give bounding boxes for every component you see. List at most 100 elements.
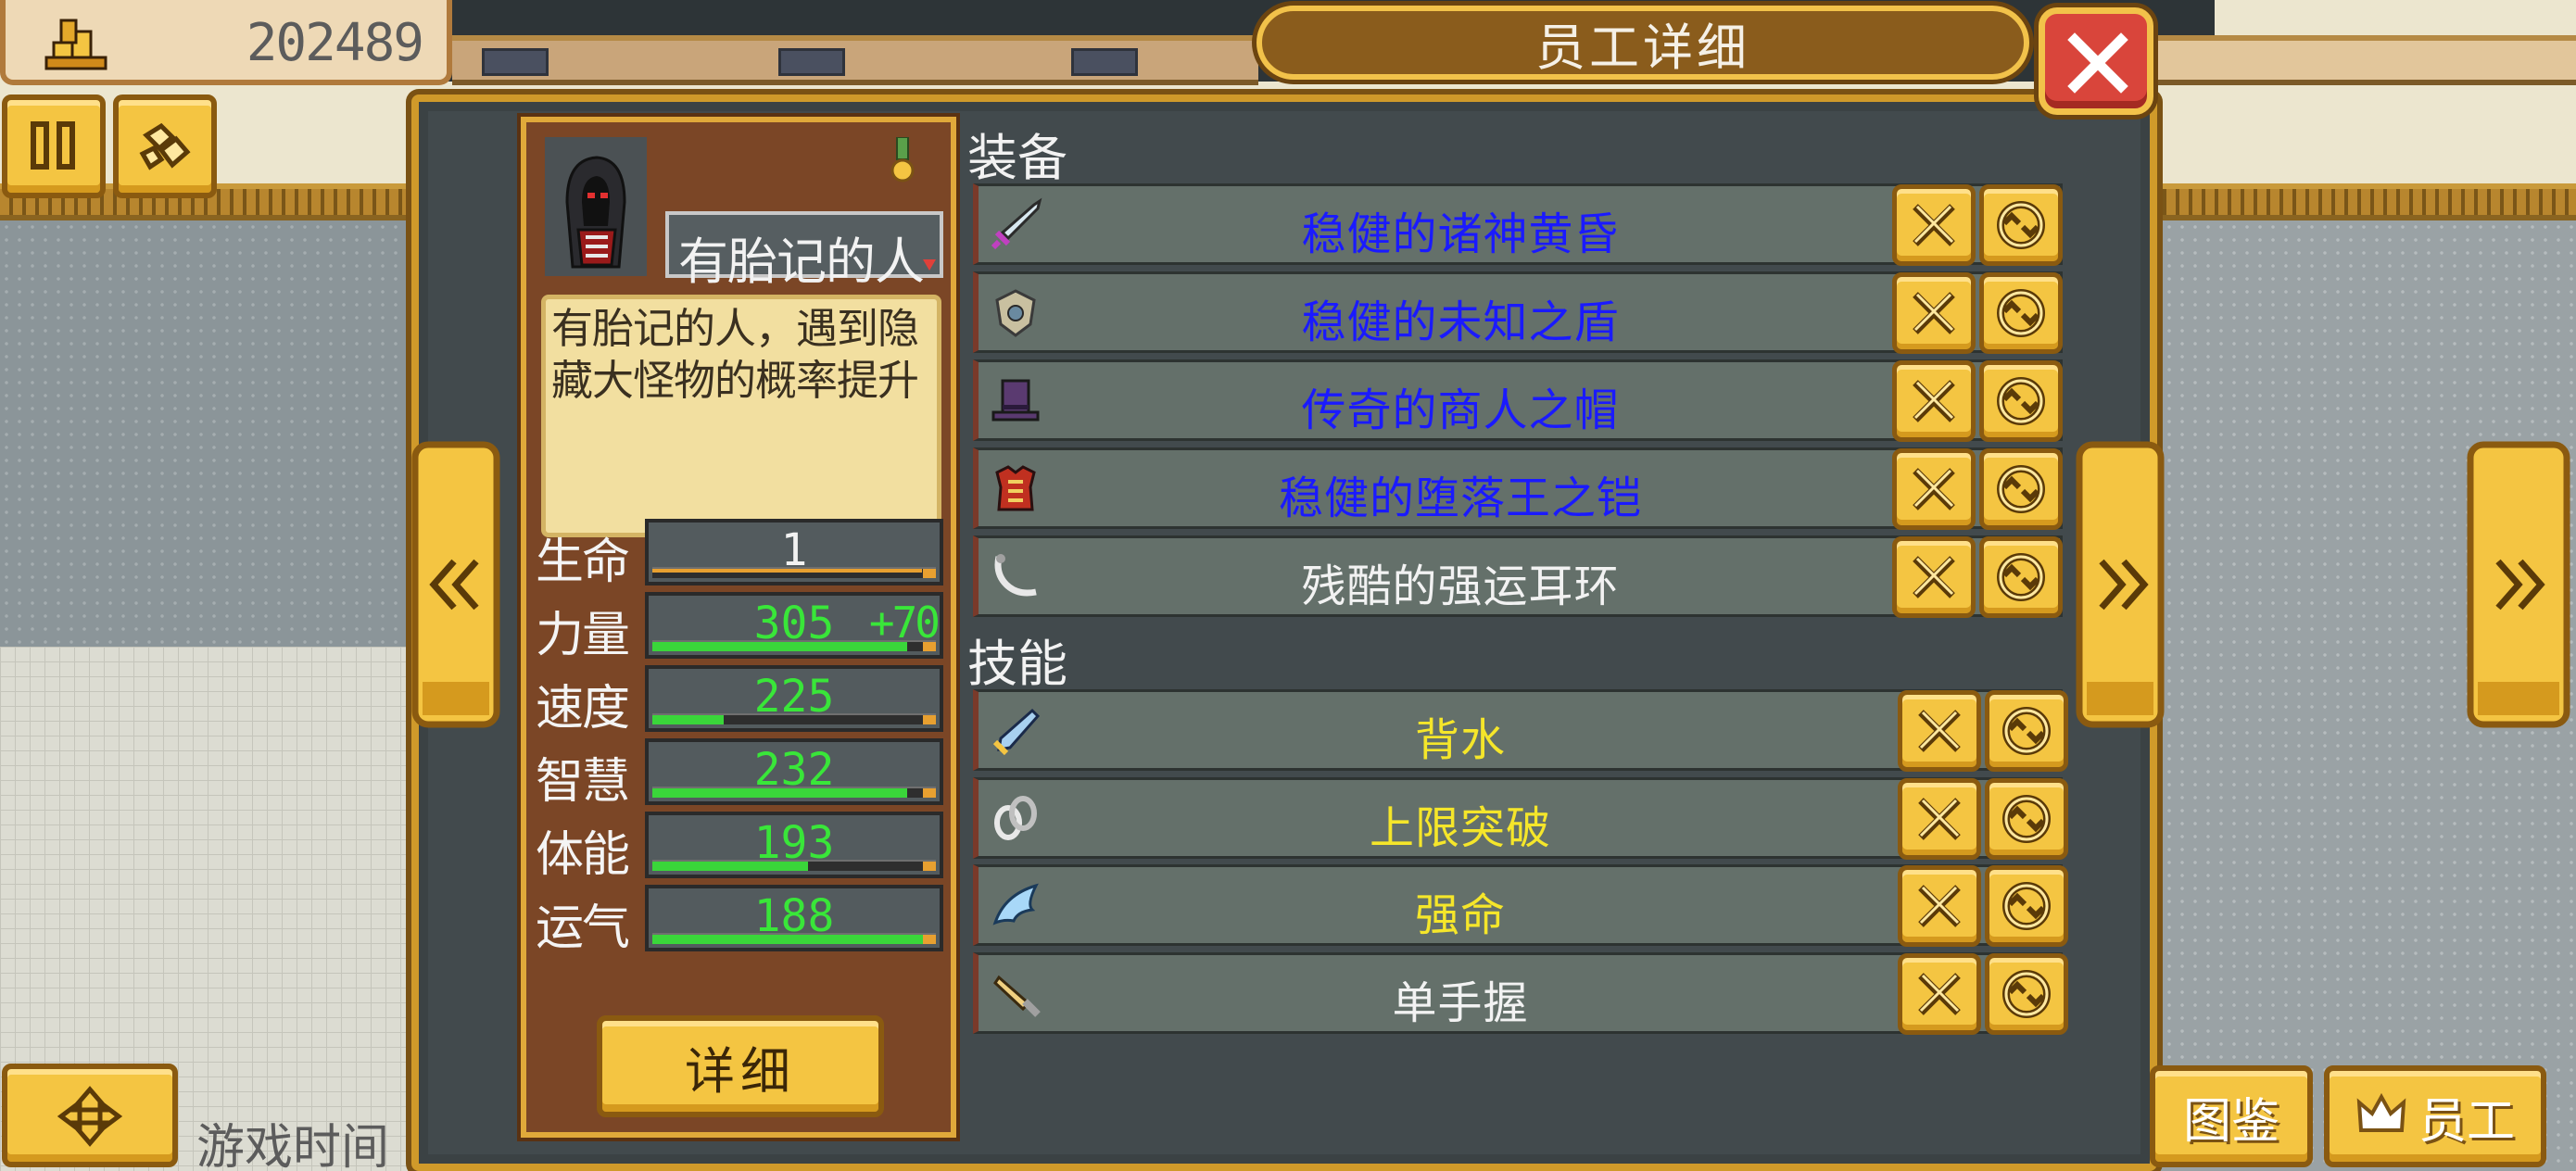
pause-button[interactable] <box>2 94 106 198</box>
double-chevron-right-icon <box>2467 441 2570 728</box>
remove-x-icon <box>1918 710 1961 752</box>
stat-box: 188 <box>645 885 943 951</box>
remove-button[interactable] <box>1898 690 1981 772</box>
swap-button[interactable] <box>1979 536 2063 618</box>
stones-icon <box>139 122 191 170</box>
remove-button[interactable] <box>1892 448 1976 530</box>
stat-row: 体能 193 <box>536 812 947 883</box>
previous-employee-button[interactable] <box>411 441 500 728</box>
swap-button[interactable] <box>1985 777 2068 860</box>
character-description: 有胎记的人，遇到隐藏大怪物的概率提升 <box>551 304 919 405</box>
remove-button[interactable] <box>1898 865 1981 947</box>
swap-button[interactable] <box>1985 690 2068 772</box>
dialog-title: 员工详细 <box>1535 18 1750 77</box>
stat-bar-cap <box>923 715 936 724</box>
stat-bar-cap <box>923 935 936 944</box>
items-button[interactable] <box>113 94 217 198</box>
equipment-row[interactable]: 稳健的未知之盾 <box>973 271 2063 354</box>
double-chevron-right-icon <box>2076 441 2165 728</box>
stat-bar-fill <box>652 788 908 798</box>
swap-icon <box>2002 707 2051 755</box>
remove-button[interactable] <box>1898 952 1981 1035</box>
skills-name: 背水 <box>1414 714 1506 766</box>
remove-x-icon <box>1913 380 1955 422</box>
swap-button[interactable] <box>1979 360 2063 442</box>
remove-button[interactable] <box>1892 184 1976 266</box>
equipment-row[interactable]: 残酷的强运耳环 <box>973 535 2063 618</box>
move-button[interactable] <box>2 1064 178 1167</box>
stat-bar <box>652 787 936 798</box>
detail-button-label: 详细 <box>685 1041 796 1101</box>
stat-label: 速度 <box>536 681 630 737</box>
character-name: 有胎记的人 <box>678 233 925 291</box>
skill-row[interactable]: 单手握 <box>973 951 2068 1035</box>
stat-label: 力量 <box>536 608 630 663</box>
dropdown-icon <box>923 259 936 271</box>
dpad-icon <box>57 1086 123 1147</box>
remove-button[interactable] <box>1892 536 1976 618</box>
codex-label: 图鉴 <box>2182 1093 2279 1150</box>
swap-icon <box>2002 794 2051 843</box>
swap-button[interactable] <box>1985 952 2068 1035</box>
skills-name: 单手握 <box>1392 976 1529 1029</box>
swap-button[interactable] <box>1979 272 2063 354</box>
equipment-name: 稳健的未知之盾 <box>1301 296 1620 348</box>
equipment-name: 传奇的商人之帽 <box>1301 384 1620 436</box>
pause-icon <box>31 121 75 170</box>
staff-button[interactable]: 员工 <box>2324 1065 2546 1167</box>
swap-icon <box>1997 201 2045 249</box>
equipment-row[interactable]: 稳健的诸神黄昏 <box>973 183 2063 266</box>
stat-box: 225 <box>645 665 943 732</box>
stat-label: 智慧 <box>536 754 630 810</box>
game-time-label: 游戏时间 <box>196 1120 390 1171</box>
skills-heading: 技能 <box>967 635 1067 693</box>
next-page-button[interactable] <box>2467 441 2570 728</box>
remove-button[interactable] <box>1898 777 1981 860</box>
character-portrait <box>545 137 647 276</box>
medal-icon <box>890 137 915 183</box>
dialog-title-bar: 员工详细 <box>1256 6 2029 80</box>
remove-x-icon <box>1918 797 1961 840</box>
swap-icon <box>1997 289 2045 337</box>
money-display: 202489 <box>0 0 452 85</box>
equipment-name: 稳健的诸神黄昏 <box>1301 208 1620 260</box>
remove-x-icon <box>1913 468 1955 510</box>
skill-row[interactable]: 背水 <box>973 689 2068 772</box>
close-button[interactable] <box>2039 7 2153 115</box>
remove-x-icon <box>1913 556 1955 598</box>
stat-bar-cap <box>923 642 936 651</box>
remove-x-icon <box>1918 972 1961 1015</box>
swap-icon <box>2002 882 2051 930</box>
stat-label: 运气 <box>536 900 630 956</box>
remove-button[interactable] <box>1892 272 1976 354</box>
swap-icon <box>2002 969 2051 1018</box>
stat-bar-cap <box>923 862 936 871</box>
stat-bar <box>652 860 936 871</box>
background-stone-left <box>0 220 436 647</box>
swap-button[interactable] <box>1985 865 2068 947</box>
remove-button[interactable] <box>1892 360 1976 442</box>
next-employee-button[interactable] <box>2076 441 2165 728</box>
stat-bar-cap <box>923 569 936 578</box>
bottom-menu: 图鉴 员工 <box>2150 1065 2576 1171</box>
stat-bar <box>652 640 936 651</box>
character-name-box[interactable]: 有胎记的人 <box>665 211 943 291</box>
codex-button[interactable]: 图鉴 <box>2150 1065 2313 1167</box>
skills-name: 上限突破 <box>1369 801 1551 854</box>
skill-row[interactable]: 上限突破 <box>973 776 2068 860</box>
stat-row: 力量 305 +70 <box>536 592 947 663</box>
hooded-figure-icon <box>565 156 626 269</box>
stat-box: 193 <box>645 812 943 878</box>
swap-button[interactable] <box>1979 448 2063 530</box>
skills-name: 强命 <box>1414 889 1506 941</box>
stat-bar <box>652 567 936 578</box>
crown-icon <box>2356 1093 2406 1132</box>
equipment-row[interactable]: 传奇的商人之帽 <box>973 359 2063 442</box>
detail-button[interactable]: 详细 <box>597 1015 884 1117</box>
strip-ornament <box>482 48 549 76</box>
remove-x-icon <box>1913 204 1955 246</box>
skill-row[interactable]: 强命 <box>973 864 2068 947</box>
equipment-row[interactable]: 稳健的堕落王之铠 <box>973 447 2063 530</box>
swap-button[interactable] <box>1979 184 2063 266</box>
stat-label: 生命 <box>536 535 630 590</box>
